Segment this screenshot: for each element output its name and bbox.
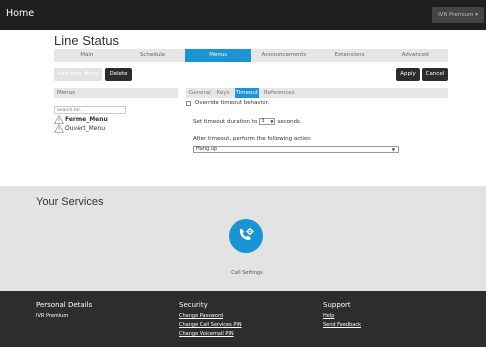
footer-heading: Security xyxy=(179,301,208,309)
tab-schedule[interactable]: Schedule xyxy=(120,49,186,62)
delete-button[interactable]: Delete xyxy=(105,68,132,81)
change-call-services-pin-link[interactable]: Change Call Services PIN xyxy=(179,322,242,328)
override-row: Override timeout behavior. xyxy=(186,100,269,106)
override-label: Override timeout behavior. xyxy=(195,100,270,106)
tab-menus[interactable]: Menus xyxy=(185,49,252,62)
apply-button[interactable]: Apply xyxy=(396,68,420,81)
call-settings-label[interactable]: Call Settings xyxy=(226,270,268,276)
subtab-keys[interactable]: Keys xyxy=(216,88,231,98)
menu-list-item[interactable]: Ferme_Menu xyxy=(54,115,108,124)
duration-row: Set timeout duration to 3 ▼ seconds. xyxy=(193,118,302,125)
change-voicemail-pin-link[interactable]: Change Voicemail PIN xyxy=(179,331,242,337)
tab-main[interactable]: Main xyxy=(54,49,120,62)
footer-link-ivr-premium[interactable]: IVR Premium xyxy=(36,313,92,319)
footer-heading: Personal Details xyxy=(36,301,93,309)
account-dropdown[interactable]: IVR Premium ▾ xyxy=(432,7,484,23)
warning-icon xyxy=(54,124,64,133)
top-bar: Home IVR Premium ▾ xyxy=(0,0,486,30)
home-link[interactable]: Home xyxy=(6,8,34,19)
caret-down-icon: ▼ xyxy=(391,147,395,152)
subtab-general[interactable]: General xyxy=(188,88,212,98)
add-menu-button[interactable]: Add New Menu xyxy=(54,68,102,81)
menu-subtabs: General Keys Timeout References xyxy=(186,88,448,98)
action-value: Hang up xyxy=(196,146,218,152)
duration-prefix: Set timeout duration to xyxy=(193,118,258,125)
cancel-button[interactable]: Cancel xyxy=(422,68,448,81)
menus-panel-header: Menus xyxy=(54,88,178,98)
subtab-references[interactable]: References xyxy=(263,88,296,98)
send-feedback-link[interactable]: Send Feedback xyxy=(323,322,361,328)
menu-item-label: Ouvert_Menu xyxy=(65,125,106,132)
menu-item-label: Ferme_Menu xyxy=(65,116,108,123)
tab-announcements[interactable]: Announcements xyxy=(251,49,317,62)
timeout-action-select[interactable]: Hang up ▼ xyxy=(193,146,399,153)
services-title: Your Services xyxy=(36,196,104,208)
caret-down-icon: ▼ xyxy=(270,119,274,124)
override-timeout-checkbox[interactable] xyxy=(186,100,191,106)
footer-personal-details: Personal Details IVR Premium xyxy=(36,301,92,322)
duration-suffix: seconds. xyxy=(277,118,302,125)
subtab-timeout[interactable]: Timeout xyxy=(234,88,259,98)
change-password-link[interactable]: Change Password xyxy=(179,313,242,319)
footer: Personal Details IVR Premium Security Ch… xyxy=(0,291,486,347)
main-tabs: Main Schedule Menus Announcements Extens… xyxy=(54,49,448,62)
timeout-action-label: After timeout, perform the following act… xyxy=(193,136,311,142)
duration-value: 3 xyxy=(261,118,265,124)
phone-gear-icon xyxy=(239,227,254,240)
warning-icon xyxy=(54,115,64,124)
menu-search-input[interactable] xyxy=(54,106,126,114)
menu-list-item[interactable]: Ouvert_Menu xyxy=(54,124,105,133)
timeout-duration-select[interactable]: 3 ▼ xyxy=(259,118,276,125)
footer-heading: Support xyxy=(323,301,351,309)
call-settings-button[interactable] xyxy=(229,219,263,253)
services-section: Your Services Call Settings xyxy=(0,186,486,291)
footer-security: Security Change Password Change Call Ser… xyxy=(179,301,242,340)
help-link[interactable]: Help xyxy=(323,313,361,319)
tab-advanced[interactable]: Advanced xyxy=(382,49,448,62)
page-title: Line Status xyxy=(54,33,120,48)
footer-support: Support Help Send Feedback xyxy=(323,301,361,331)
tab-extensions[interactable]: Extensions xyxy=(317,49,383,62)
